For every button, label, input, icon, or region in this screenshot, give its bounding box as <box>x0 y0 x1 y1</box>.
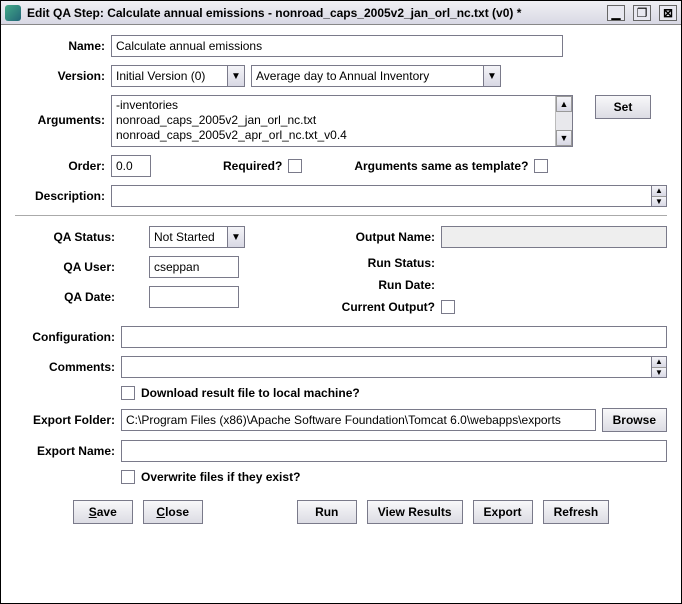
minimize-button[interactable]: ▁ <box>607 5 625 21</box>
spinner-down-icon[interactable]: ▼ <box>652 368 666 378</box>
chevron-down-icon[interactable]: ▼ <box>227 226 245 248</box>
export-name-input[interactable] <box>121 440 667 462</box>
output-name-label: Output Name: <box>325 230 435 244</box>
args-same-label: Arguments same as template? <box>354 159 528 173</box>
export-folder-label: Export Folder: <box>15 413 115 427</box>
export-name-label: Export Name: <box>15 444 115 458</box>
description-input[interactable] <box>111 185 651 207</box>
view-results-button[interactable]: View Results <box>367 500 463 524</box>
current-output-checkbox[interactable] <box>441 300 455 314</box>
window-title: Edit QA Step: Calculate annual emissions… <box>27 6 599 20</box>
comments-input[interactable] <box>121 356 651 378</box>
description-spinner[interactable]: ▲ ▼ <box>651 185 667 207</box>
spinner-up-icon[interactable]: ▲ <box>652 357 666 368</box>
qa-date-label: QA Date: <box>15 290 115 304</box>
comments-label: Comments: <box>15 360 115 374</box>
maximize-button[interactable]: ❐ <box>633 5 651 21</box>
app-icon <box>5 5 21 21</box>
arguments-listbox[interactable]: -inventories nonroad_caps_2005v2_jan_orl… <box>111 95 573 147</box>
save-button[interactable]: Save <box>73 500 133 524</box>
qa-status-input[interactable] <box>149 226 227 248</box>
name-input[interactable] <box>111 35 563 57</box>
output-name-input[interactable] <box>441 226 667 248</box>
args-same-checkbox[interactable] <box>534 159 548 173</box>
close-window-button[interactable]: ⊠ <box>659 5 677 21</box>
close-button[interactable]: Close <box>143 500 203 524</box>
refresh-button[interactable]: Refresh <box>543 500 610 524</box>
name-label: Name: <box>15 39 105 53</box>
required-label: Required? <box>223 159 282 173</box>
program-combo[interactable]: ▼ <box>251 65 501 87</box>
form-content: Name: Version: ▼ ▼ Arguments: -inventori… <box>1 25 681 536</box>
qa-date-input[interactable] <box>149 286 239 308</box>
divider <box>15 215 667 216</box>
order-label: Order: <box>15 159 105 173</box>
configuration-input[interactable] <box>121 326 667 348</box>
button-bar: Save Close Run View Results Export Refre… <box>15 492 667 530</box>
qa-status-combo[interactable]: ▼ <box>149 226 245 248</box>
version-label: Version: <box>15 69 105 83</box>
set-button[interactable]: Set <box>595 95 651 119</box>
scroll-down-icon[interactable]: ▼ <box>556 130 572 146</box>
download-label: Download result file to local machine? <box>141 386 360 400</box>
qa-status-label: QA Status: <box>15 230 115 244</box>
browse-button[interactable]: Browse <box>602 408 667 432</box>
titlebar: Edit QA Step: Calculate annual emissions… <box>1 1 681 25</box>
arguments-scrollbar[interactable]: ▲ ▼ <box>555 96 572 146</box>
comments-spinner[interactable]: ▲ ▼ <box>651 356 667 378</box>
run-date-label: Run Date: <box>325 278 435 292</box>
required-checkbox[interactable] <box>288 159 302 173</box>
export-button[interactable]: Export <box>473 500 533 524</box>
chevron-down-icon[interactable]: ▼ <box>227 65 245 87</box>
export-folder-input[interactable] <box>121 409 596 431</box>
arguments-label: Arguments: <box>15 95 105 127</box>
overwrite-label: Overwrite files if they exist? <box>141 470 300 484</box>
qa-user-input[interactable] <box>149 256 239 278</box>
scroll-up-icon[interactable]: ▲ <box>556 96 572 112</box>
configuration-label: Configuration: <box>15 330 115 344</box>
current-output-label: Current Output? <box>325 300 435 314</box>
spinner-down-icon[interactable]: ▼ <box>652 197 666 207</box>
version-combo[interactable]: ▼ <box>111 65 245 87</box>
order-input[interactable] <box>111 155 151 177</box>
description-label: Description: <box>15 189 105 203</box>
arguments-text[interactable]: -inventories nonroad_caps_2005v2_jan_orl… <box>112 96 555 146</box>
spinner-up-icon[interactable]: ▲ <box>652 186 666 197</box>
download-checkbox[interactable] <box>121 386 135 400</box>
run-status-label: Run Status: <box>325 256 435 270</box>
program-combo-input[interactable] <box>251 65 483 87</box>
run-button[interactable]: Run <box>297 500 357 524</box>
chevron-down-icon[interactable]: ▼ <box>483 65 501 87</box>
version-combo-input[interactable] <box>111 65 227 87</box>
qa-user-label: QA User: <box>15 260 115 274</box>
overwrite-checkbox[interactable] <box>121 470 135 484</box>
